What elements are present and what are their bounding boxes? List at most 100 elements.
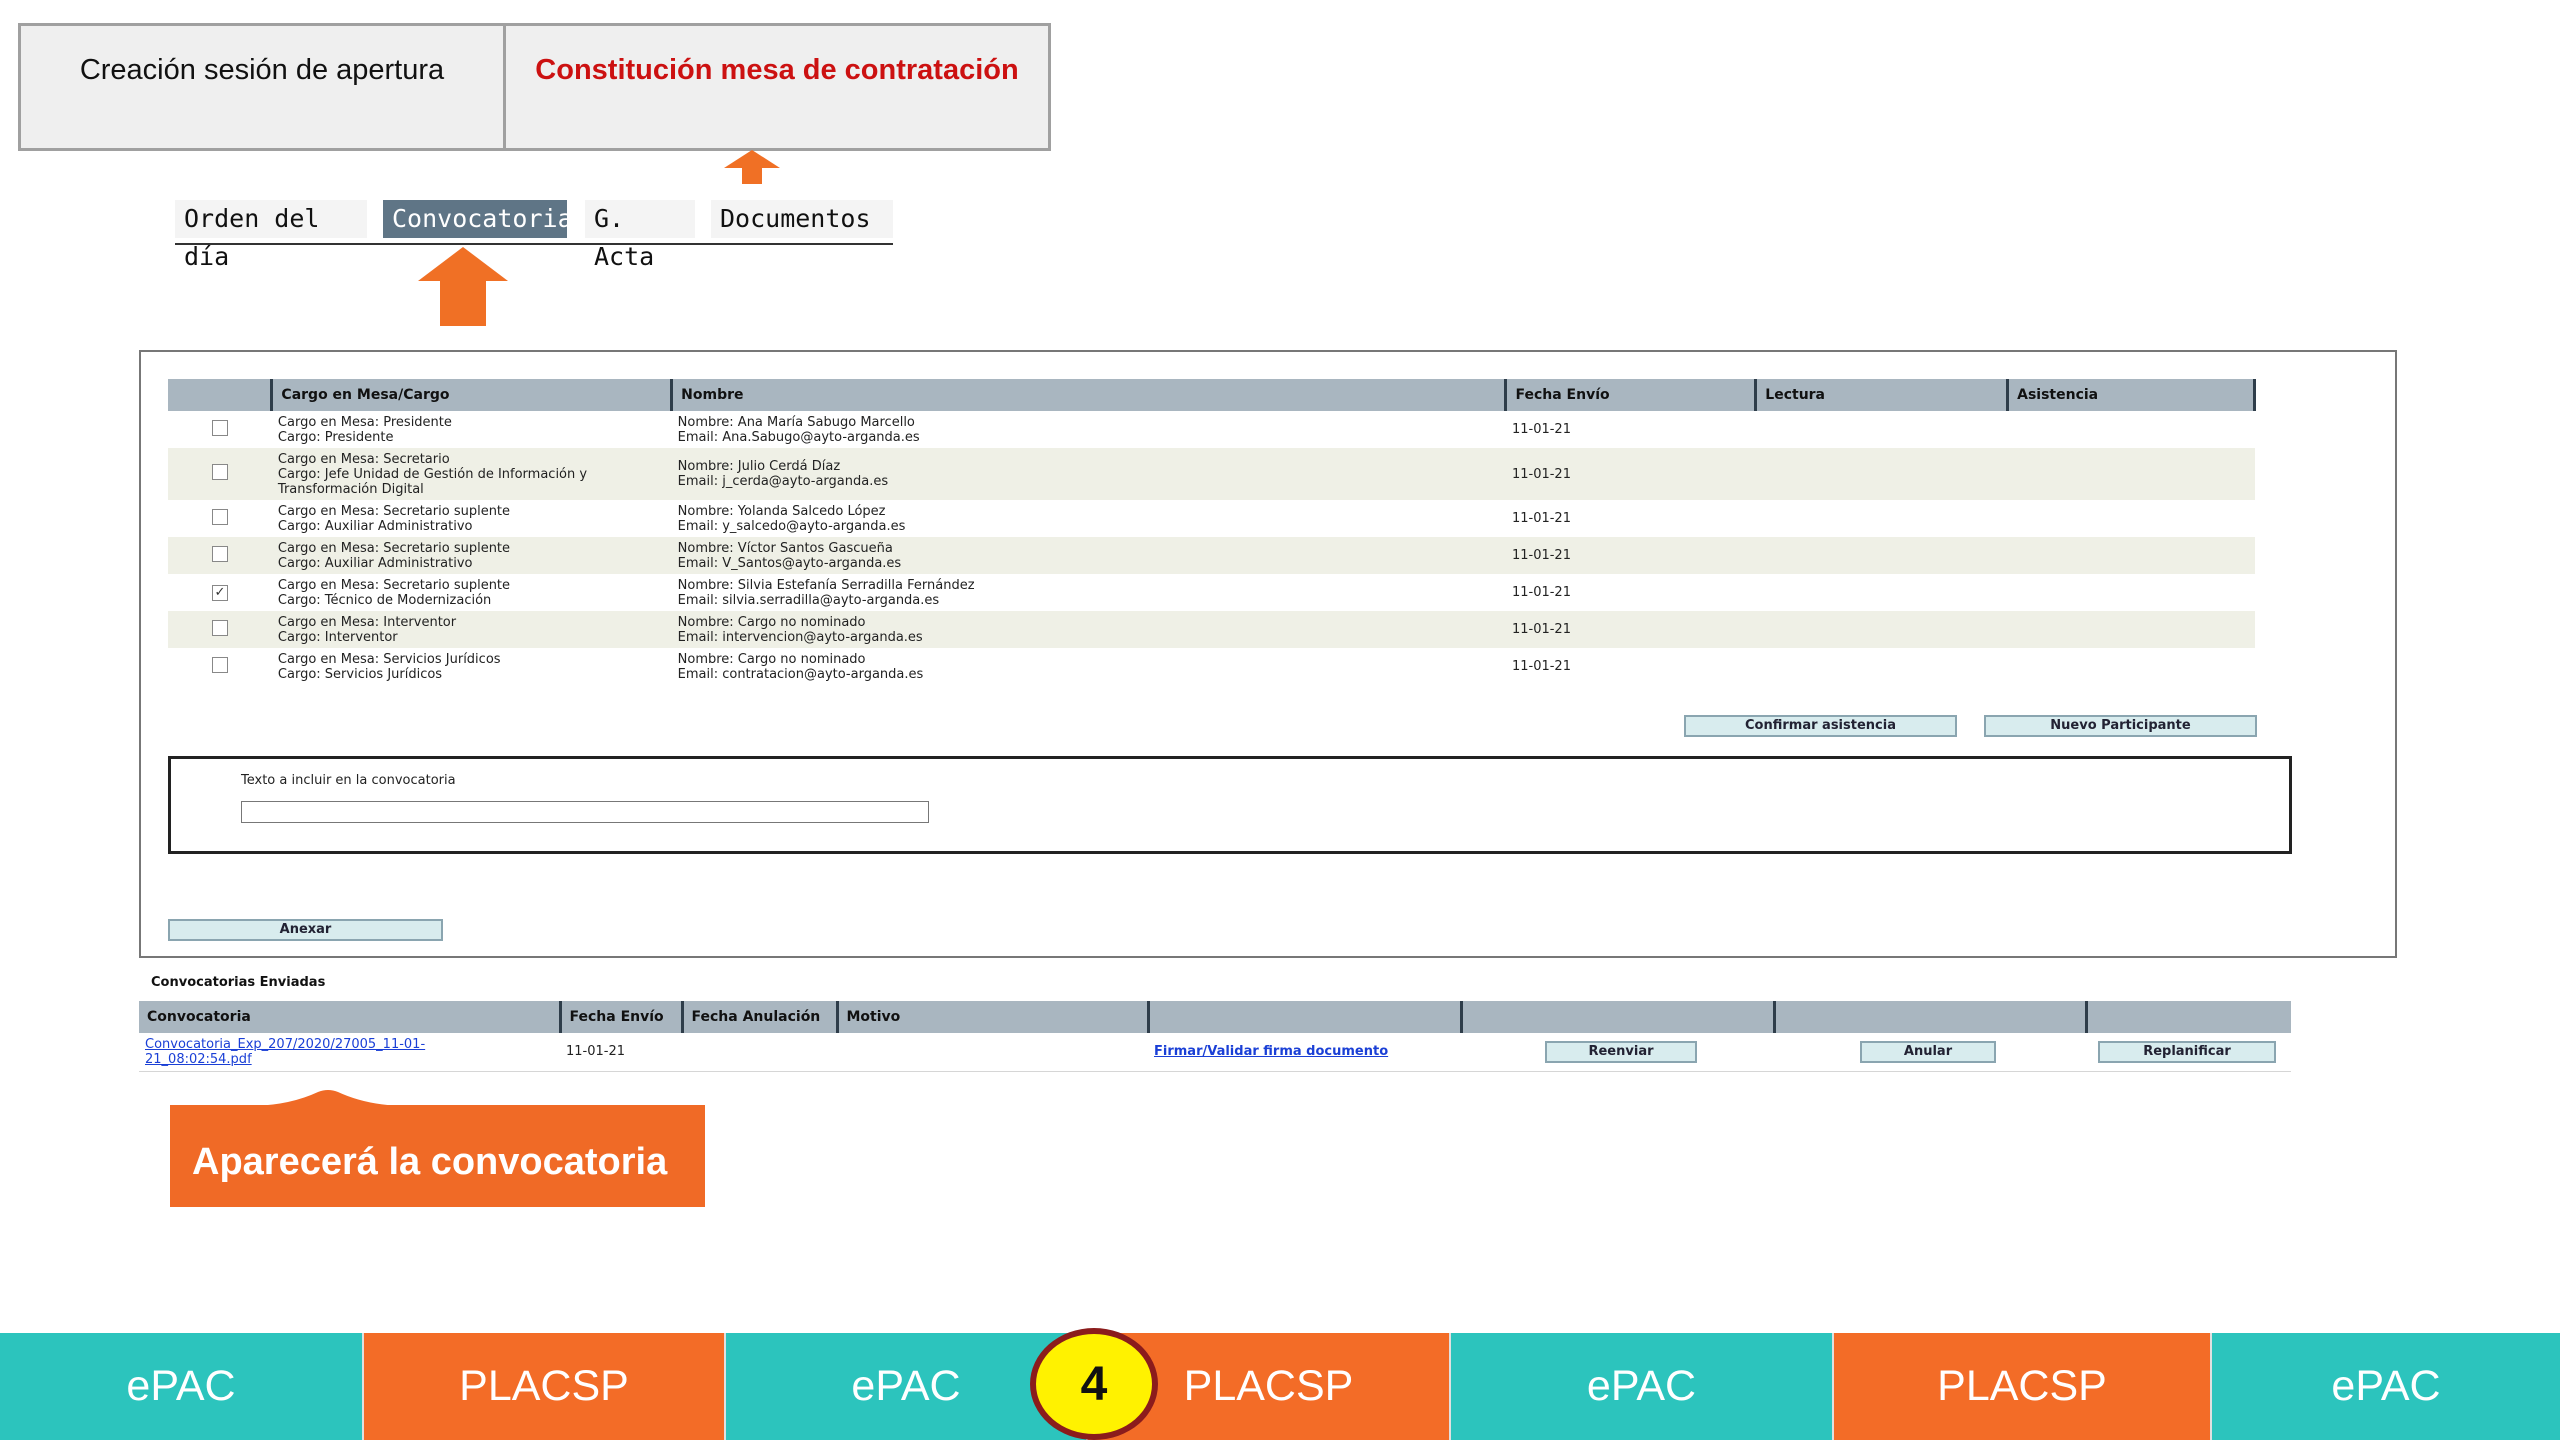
column-header [168, 379, 274, 411]
table-row: Cargo en Mesa: Secretario suplente Cargo:… [168, 537, 2255, 574]
column-header [1148, 1001, 1463, 1033]
column-header: Fecha Envío [560, 1001, 684, 1033]
table-header-row: Convocatoria Fecha Envío Fecha Anulación… [139, 1001, 2291, 1033]
cargo-line: Cargo: Auxiliar Administrativo [277, 518, 473, 534]
bottom-segment: ePAC [2212, 1333, 2560, 1440]
nombre-cell: Nombre: Cargo no nominado Email: contrata… [672, 648, 1506, 685]
row-checkbox[interactable] [211, 656, 228, 673]
lectura-cell [1755, 537, 2008, 574]
nombre-line: Nombre: Julio Cerdá Díaz [677, 459, 841, 474]
nombre-cell: Nombre: Cargo no nominado Email: interven… [671, 611, 1506, 648]
cargo-line: Cargo: Jefe Unidad de Gestión de Informa… [277, 466, 588, 482]
checkbox-cell [168, 500, 272, 537]
fecha-envio-cell: 11-01-21 [1511, 422, 1571, 437]
reenviar-button[interactable]: Reenviar [1545, 1040, 1697, 1063]
convocatoria-text-input[interactable] [241, 801, 929, 823]
step-box-apertura: Creación sesión de apertura [18, 23, 506, 151]
cargo-line: Cargo: Interventor [277, 629, 398, 645]
nombre-cell: Nombre: Yolanda Salcedo López Email: y_sa… [672, 500, 1506, 537]
nombre-line: Email: V_Santos@ayto-arganda.es [677, 555, 902, 571]
tab-g-acta[interactable]: G. Acta [585, 200, 695, 271]
tab-convocatoria[interactable]: Convocatoria [383, 200, 573, 238]
convocatoria-file-cell: Convocatoria_Exp_207/2020/27005_11-01- 21… [139, 1033, 560, 1072]
checkbox-cell: ✓ [168, 574, 272, 611]
step-number-badge: 4 [1030, 1328, 1158, 1440]
checkbox-cell [168, 611, 272, 648]
callout-aparecera-convocatoria: Aparecerá la convocatoria [170, 1105, 705, 1207]
nombre-cell: Nombre: Ana María Sabugo Marcello Email: … [672, 411, 1506, 448]
convocatoria-text-section: Texto a incluir en la convocatoria [168, 756, 2292, 854]
asistencia-cell [2007, 448, 2255, 500]
anexar-button[interactable]: Anexar [168, 919, 443, 941]
replanificar-button[interactable]: Replanificar [2098, 1040, 2276, 1063]
step-box-constitucion: Constitución mesa de contratación [503, 23, 1051, 151]
fecha-envio-cell: 11-01-21 [560, 1033, 682, 1072]
table-row: Cargo en Mesa: Presidente Cargo: Presiden… [168, 411, 2255, 448]
cargo-line: Cargo: Auxiliar Administrativo [277, 555, 473, 571]
asistencia-cell [2007, 537, 2255, 574]
asistencia-cell [2008, 500, 2255, 537]
table-row: Cargo en Mesa: Servicios Jurídicos Cargo:… [168, 648, 2255, 685]
row-checkbox[interactable] [211, 619, 228, 636]
confirmar-asistencia-button[interactable]: Confirmar asistencia [1684, 715, 1957, 737]
table-header-row: Cargo en Mesa/Cargo Nombre Fecha Envío L… [168, 379, 2256, 411]
asistencia-cell [2007, 611, 2255, 648]
nuevo-participante-button[interactable]: Nuevo Participante [1984, 715, 2257, 737]
checkbox-cell [168, 448, 272, 500]
row-checkbox[interactable] [211, 419, 228, 436]
cargo-line: Cargo en Mesa: Secretario suplente [277, 577, 511, 593]
row-checkbox[interactable] [211, 508, 228, 525]
cargo-line: Cargo en Mesa: Interventor [277, 614, 457, 630]
row-checkbox[interactable]: ✓ [211, 584, 228, 601]
nombre-cell: Nombre: Víctor Santos Gascueña Email: V_S… [671, 537, 1506, 574]
cargo-cell: Cargo en Mesa: Secretario suplente Cargo:… [272, 500, 672, 537]
asistencia-cell [2008, 648, 2255, 685]
tab-documentos[interactable]: Documentos [711, 200, 893, 238]
cargo-line: Cargo: Técnico de Modernización [277, 592, 492, 608]
cargo-cell: Cargo en Mesa: Interventor Cargo: Interve… [271, 611, 672, 648]
bottom-segment: PLACSP [364, 1333, 726, 1440]
cargo-cell: Cargo en Mesa: Presidente Cargo: Presiden… [272, 411, 672, 448]
anular-button[interactable]: Anular [1860, 1040, 1996, 1063]
column-header: Lectura [1755, 379, 2010, 411]
step-label: Creación sesión de apertura [79, 54, 445, 86]
nombre-cell: Nombre: Julio Cerdá Díaz Email: j_cerda@a… [671, 448, 1506, 500]
cargo-cell: Cargo en Mesa: Secretario Cargo: Jefe Uni… [271, 448, 672, 500]
motivo-cell [837, 1033, 1148, 1072]
participants-table: Cargo en Mesa/Cargo Nombre Fecha Envío L… [168, 379, 2256, 685]
tab-orden-del-dia[interactable]: Orden del día [175, 200, 367, 271]
nombre-line: Nombre: Víctor Santos Gascueña [677, 540, 893, 556]
cargo-cell: Cargo en Mesa: Secretario suplente Cargo:… [271, 537, 672, 574]
bottom-segment: ePAC [0, 1333, 364, 1440]
bottom-segment: ePAC [1451, 1333, 1834, 1440]
cargo-line: Cargo en Mesa: Servicios Jurídicos [277, 651, 501, 667]
table-row: Convocatoria_Exp_207/2020/27005_11-01- 21… [139, 1033, 2291, 1072]
column-header [2086, 1001, 2291, 1033]
cargo-cell: Cargo en Mesa: Servicios Jurídicos Cargo:… [272, 648, 672, 685]
fecha-envio-cell: 11-01-21 [1505, 537, 1756, 574]
checkbox-cell [168, 411, 272, 448]
cargo-line: Transformación Digital [277, 481, 424, 497]
bottom-process-bar: ePAC PLACSP ePAC PLACSP ePAC PLACSP ePAC [0, 1333, 2560, 1440]
lectura-cell [1756, 411, 2008, 448]
sent-table: Convocatoria Fecha Envío Fecha Anulación… [139, 1001, 2291, 1072]
column-header: Asistencia [2007, 379, 2256, 411]
asistencia-cell [2008, 411, 2255, 448]
row-checkbox[interactable] [211, 545, 228, 562]
row-checkbox[interactable] [211, 464, 228, 480]
convocatoria-file-link[interactable]: Convocatoria_Exp_207/2020/27005_11-01- 21… [145, 1037, 425, 1067]
convocatoria-text-label: Texto a incluir en la convocatoria [241, 773, 456, 788]
nombre-line: Nombre: Ana María Sabugo Marcello [677, 414, 915, 430]
tab-bar: Orden del día Convocatoria G. Acta Docum… [175, 200, 893, 271]
fecha-envio-cell: 11-01-21 [1511, 511, 1571, 526]
sent-section-title: Convocatorias Enviadas [151, 975, 326, 990]
cargo-line: Cargo en Mesa: Secretario suplente [277, 503, 511, 519]
nombre-line: Nombre: Silvia Estefanía Serradilla Fern… [677, 577, 975, 593]
anular-cell: Anular [1774, 1033, 2086, 1072]
nombre-line: Email: silvia.serradilla@ayto-arganda.es [677, 592, 940, 608]
column-header: Cargo en Mesa/Cargo [271, 379, 674, 411]
firmar-validar-link[interactable]: Firmar/Validar firma documento [1154, 1044, 1388, 1059]
column-header: Fecha Envío [1505, 379, 1758, 411]
table-row: ✓ Cargo en Mesa: Secretario suplente Cargo… [168, 574, 2255, 611]
nombre-line: Email: y_salcedo@ayto-arganda.es [677, 518, 906, 534]
